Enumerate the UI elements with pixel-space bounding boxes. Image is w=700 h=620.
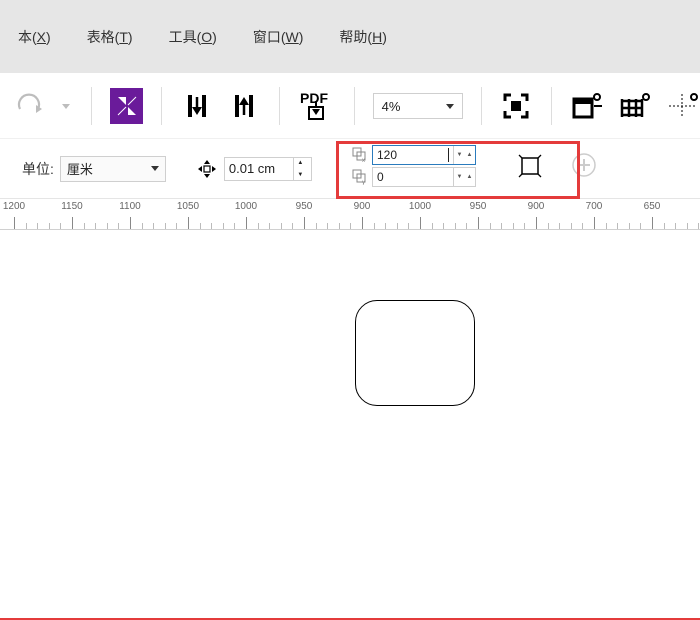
redo-button[interactable] [12, 88, 46, 124]
horizontal-ruler[interactable]: 1200 1150 1100 1050 1000 950 900 1000 950 900 700 6… [0, 198, 700, 230]
ruler-tick-label: 950 [470, 201, 487, 212]
chevron-down-icon [446, 104, 454, 109]
dup-x-down[interactable]: ▼ [457, 152, 463, 158]
ruler-tick-label: 1000 [235, 201, 257, 212]
chevron-down-icon [151, 166, 159, 171]
text-caret [448, 148, 449, 162]
duplicate-distance-group: x 120 ▼ ▲ y 0 ▼ ▲ [352, 145, 476, 187]
duplicate-y-input[interactable]: 0 ▼ ▲ [372, 167, 476, 187]
menu-text[interactable]: 本(X) [18, 27, 51, 47]
ruler-tick-label: 950 [296, 201, 313, 212]
dup-x-up[interactable]: ▲ [467, 152, 473, 158]
menu-bar: 本(X) 表格(T) 工具(O) 窗口(W) 帮助(H) [0, 0, 700, 74]
drawing-canvas[interactable] [0, 230, 700, 620]
zoom-value: 4% [382, 99, 401, 114]
ruler-tick-label: 650 [644, 201, 661, 212]
rounded-rectangle-shape[interactable] [355, 300, 475, 406]
menu-prefix: 本( [18, 29, 37, 45]
grid-options-button[interactable] [618, 88, 652, 124]
add-button[interactable] [570, 151, 598, 179]
dup-y-up[interactable]: ▲ [467, 174, 473, 180]
snap-options-button[interactable] [570, 88, 604, 124]
zoom-level-select[interactable]: 4% [373, 93, 463, 119]
redo-dropdown[interactable] [60, 88, 73, 124]
ruler-tick-label: 1100 [119, 201, 141, 212]
duplicate-x-icon: x [352, 147, 368, 163]
treat-as-filled-button[interactable] [517, 153, 543, 179]
duplicate-y-icon: y [352, 169, 368, 185]
duplicate-x-input[interactable]: 120 ▼ ▲ [372, 145, 476, 165]
import-button[interactable] [110, 88, 143, 124]
menu-suffix: ) [46, 29, 51, 45]
duplicate-y-value: 0 [373, 170, 453, 184]
ruler-tick-label: 1200 [3, 201, 25, 212]
unit-select[interactable]: 厘米 [60, 156, 166, 182]
ruler-tick-label: 1000 [409, 201, 431, 212]
nudge-icon [196, 158, 218, 180]
export-down-button[interactable] [180, 88, 213, 124]
property-bar: 单位: 厘米 0.01 cm ▲ ▼ [0, 138, 700, 198]
export-up-button[interactable] [227, 88, 260, 124]
unit-value: 厘米 [67, 159, 93, 178]
svg-text:PDF: PDF [300, 90, 328, 106]
duplicate-x-value: 120 [373, 148, 453, 162]
menu-hotkey: X [37, 29, 46, 45]
nudge-step-up[interactable]: ▲ [293, 157, 307, 169]
guidelines-button[interactable] [666, 88, 700, 124]
menu-table[interactable]: 表格(T) [87, 27, 133, 47]
fullscreen-button[interactable] [500, 88, 533, 124]
ruler-tick-label: 900 [354, 201, 371, 212]
ruler-tick-label: 1150 [61, 201, 83, 212]
menu-help[interactable]: 帮助(H) [339, 27, 386, 47]
svg-text:x: x [362, 158, 365, 163]
menu-tools[interactable]: 工具(O) [169, 27, 217, 47]
ruler-tick-label: 700 [586, 201, 603, 212]
pdf-export-button[interactable]: PDF [298, 88, 336, 124]
nudge-step-down[interactable]: ▼ [293, 169, 307, 181]
svg-text:y: y [362, 180, 365, 185]
main-toolbar: PDF 4% [0, 74, 700, 138]
nudge-value: 0.01 cm [229, 161, 293, 176]
nudge-distance-input[interactable]: 0.01 cm ▲ ▼ [224, 157, 312, 181]
unit-label: 单位: [22, 159, 54, 179]
ruler-tick-label: 900 [528, 201, 545, 212]
ruler-tick-label: 1050 [177, 201, 199, 212]
dup-y-down[interactable]: ▼ [457, 174, 463, 180]
menu-window[interactable]: 窗口(W) [253, 27, 304, 47]
